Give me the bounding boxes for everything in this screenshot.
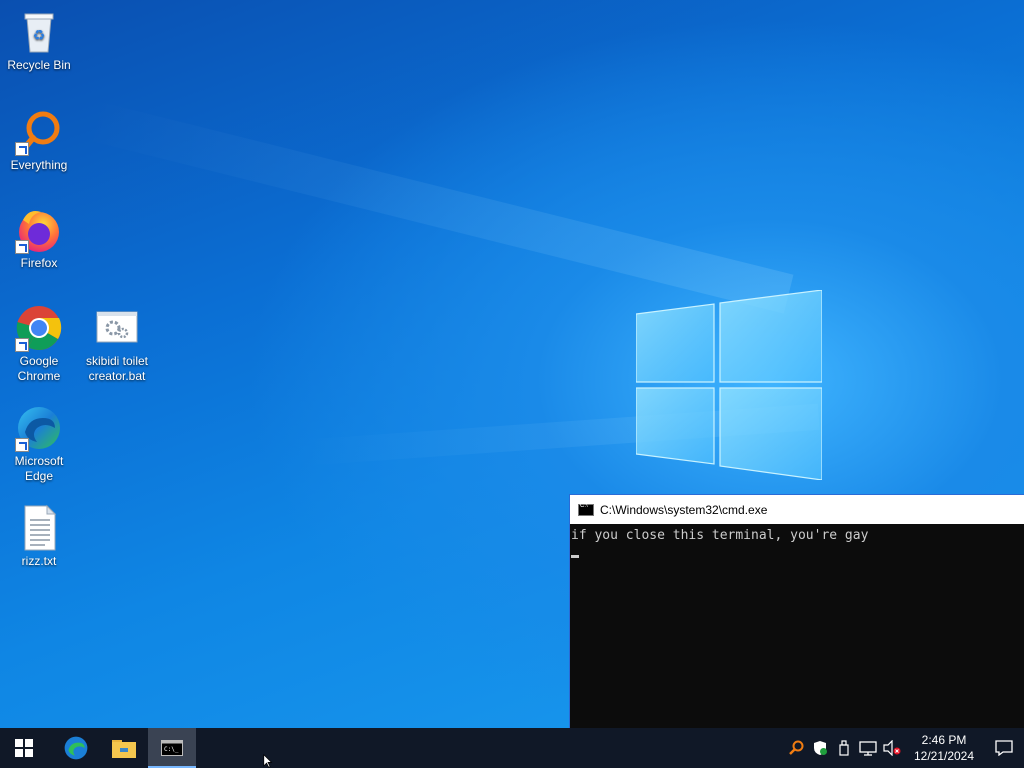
desktop-icon-everything[interactable]: Everything — [2, 108, 76, 173]
system-tray: 2:46 PM 12/21/2024 — [784, 728, 1024, 768]
recycle-bin-icon: ♻ — [15, 8, 63, 56]
shortcut-arrow-icon — [15, 240, 29, 254]
desktop-icon-skibidi-bat[interactable]: skibidi toilet creator.bat — [80, 304, 154, 384]
desktop-icon-label: Recycle Bin — [7, 58, 71, 72]
clock-time: 2:46 PM — [921, 733, 967, 747]
notification-center-button[interactable] — [984, 728, 1024, 768]
usb-device-icon[interactable] — [832, 728, 856, 768]
start-button[interactable] — [0, 728, 48, 768]
desktop-icon-label: Firefox — [20, 256, 58, 270]
desktop-icon-label: skibidi toilet creator.bat — [85, 354, 149, 383]
windows-security-icon[interactable] — [808, 728, 832, 768]
taskbar-cmd-button[interactable]: C:\_ — [148, 728, 196, 768]
edge-icon — [64, 736, 88, 760]
notification-center-icon — [995, 740, 1013, 756]
text-file-icon — [15, 504, 63, 552]
everything-search-icon — [15, 108, 63, 156]
desktop-icon-label: Everything — [10, 158, 68, 172]
everything-tray-icon[interactable] — [784, 728, 808, 768]
desktop-icon-label: Google Chrome — [17, 354, 61, 383]
chrome-icon — [15, 304, 63, 352]
desktop-icon-firefox[interactable]: Firefox — [2, 206, 76, 271]
cmd-console[interactable]: if you close this terminal, you're gay — [570, 524, 1024, 564]
mouse-pointer-icon — [263, 754, 273, 768]
volume-muted-icon[interactable] — [880, 728, 904, 768]
desktop[interactable]: ♻ Recycle Bin Everything Firefox Google … — [0, 0, 1024, 728]
shortcut-arrow-icon — [15, 338, 29, 352]
cmd-icon — [578, 503, 594, 516]
cmd-title-bar[interactable]: C:\Windows\system32\cmd.exe — [570, 495, 1024, 524]
cmd-window-title: C:\Windows\system32\cmd.exe — [600, 502, 768, 517]
network-icon[interactable] — [856, 728, 880, 768]
desktop-icon-microsoft-edge[interactable]: Microsoft Edge — [2, 404, 76, 484]
taskbar: C:\_ 2:46 PM 12/21/2024 — [0, 728, 1024, 768]
desktop-icon-label: rizz.txt — [21, 554, 57, 568]
taskbar-edge-button[interactable] — [52, 728, 100, 768]
console-cursor — [571, 555, 579, 558]
batch-file-icon — [93, 304, 141, 352]
firefox-icon — [15, 206, 63, 254]
cmd-icon: C:\_ — [161, 740, 183, 756]
windows-logo-wallpaper — [636, 290, 822, 480]
shortcut-arrow-icon — [15, 142, 29, 156]
desktop-icon-label: Microsoft Edge — [14, 454, 64, 483]
console-output-line: if you close this terminal, you're gay — [571, 528, 869, 543]
desktop-icon-google-chrome[interactable]: Google Chrome — [2, 304, 76, 384]
clock-date: 12/21/2024 — [913, 749, 975, 763]
desktop-icon-rizz-txt[interactable]: rizz.txt — [2, 504, 76, 569]
shortcut-arrow-icon — [15, 438, 29, 452]
start-icon — [15, 739, 33, 757]
edge-icon — [15, 404, 63, 452]
cmd-window[interactable]: C:\Windows\system32\cmd.exe if you close… — [569, 494, 1024, 728]
taskbar-file-explorer-button[interactable] — [100, 728, 148, 768]
svg-text:C:\_: C:\_ — [164, 746, 179, 753]
svg-text:♻: ♻ — [33, 28, 46, 44]
file-explorer-icon — [112, 740, 136, 758]
desktop-icon-recycle-bin[interactable]: ♻ Recycle Bin — [2, 8, 76, 73]
taskbar-clock[interactable]: 2:46 PM 12/21/2024 — [904, 732, 984, 764]
